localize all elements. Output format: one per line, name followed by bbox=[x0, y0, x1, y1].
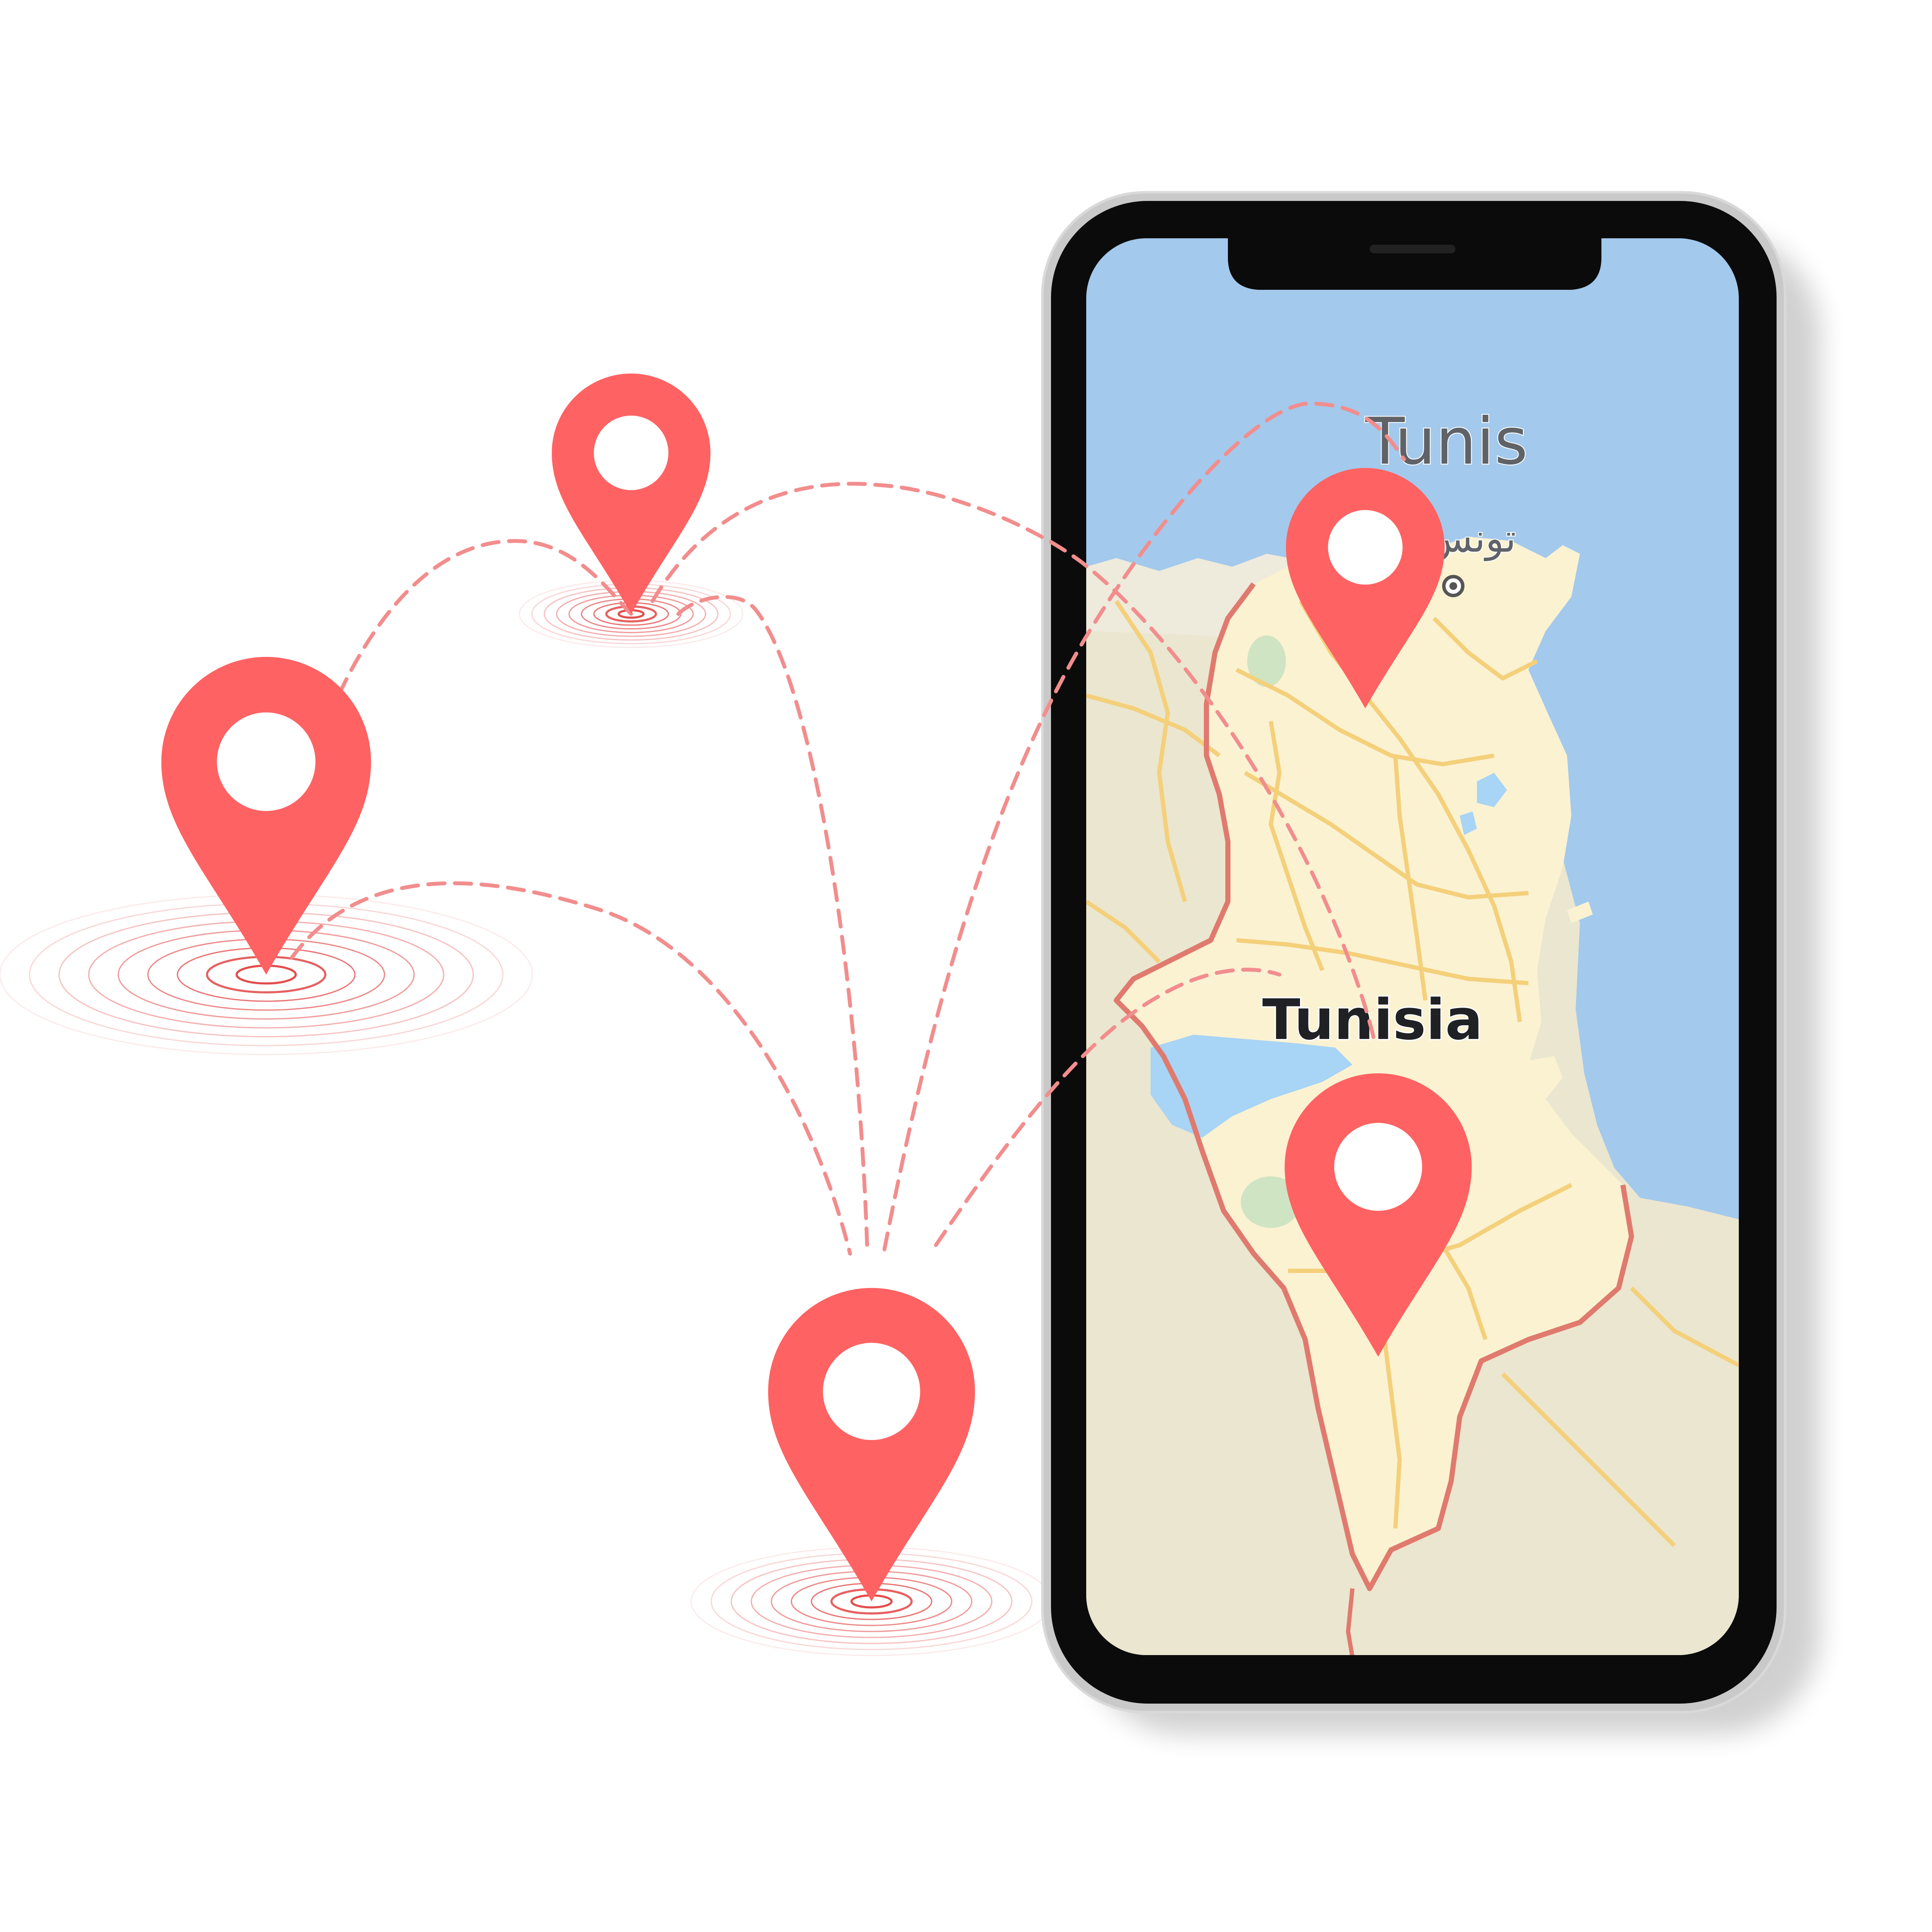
route-pin2-pin4 bbox=[676, 595, 869, 1252]
map-pin-icon bbox=[161, 656, 371, 975]
pin-bottom[interactable] bbox=[768, 1288, 975, 1601]
phone-notch bbox=[1228, 232, 1601, 290]
pin-upper[interactable] bbox=[552, 374, 711, 614]
illustration: Tunis تونس Tunisia bbox=[0, 191, 1820, 1735]
map-label-tunisia: Tunisia bbox=[1262, 987, 1483, 1052]
map-pin-icon bbox=[552, 374, 711, 614]
map-pin-icon bbox=[768, 1288, 975, 1601]
map-screen[interactable]: Tunis تونس Tunisia bbox=[1086, 238, 1739, 1657]
phone: Tunis تونس Tunisia bbox=[1041, 191, 1820, 1735]
pin-hole bbox=[1334, 1123, 1422, 1211]
phone-speaker bbox=[1370, 245, 1455, 253]
pin-left[interactable] bbox=[161, 656, 371, 975]
pin-hole bbox=[823, 1343, 920, 1440]
pin-hole bbox=[594, 415, 668, 490]
map-city-marker[interactable] bbox=[1442, 575, 1464, 597]
route-pin1-pin4 bbox=[290, 881, 852, 1256]
pin-hole bbox=[1328, 510, 1403, 585]
scene: Tunis تونس Tunisia bbox=[0, 0, 1932, 1932]
pin-hole bbox=[217, 712, 316, 811]
